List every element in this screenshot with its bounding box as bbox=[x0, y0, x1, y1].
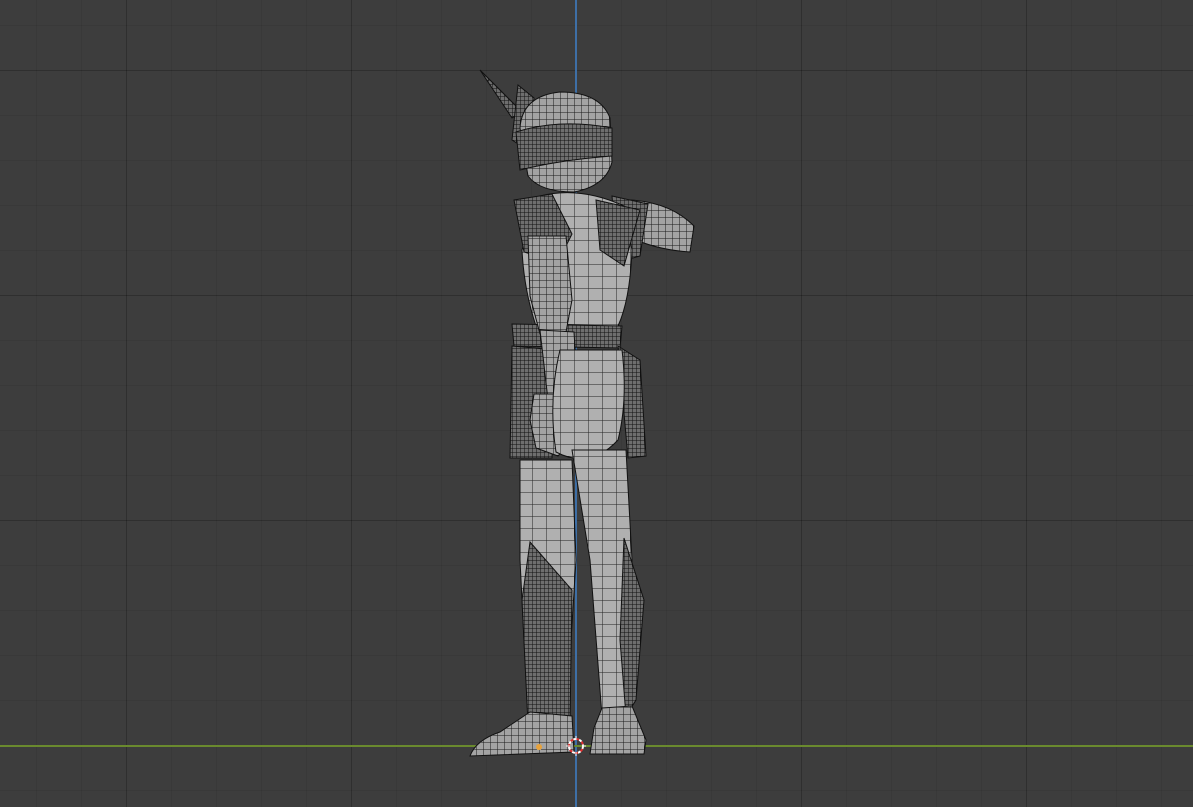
leg-armor bbox=[521, 537, 645, 725]
armored-character-mesh[interactable] bbox=[0, 0, 1193, 807]
3d-cursor-icon[interactable] bbox=[566, 736, 586, 756]
helmet bbox=[515, 91, 613, 193]
hips bbox=[552, 349, 625, 460]
object-origin-icon[interactable] bbox=[536, 744, 542, 750]
3d-viewport[interactable] bbox=[0, 0, 1193, 807]
